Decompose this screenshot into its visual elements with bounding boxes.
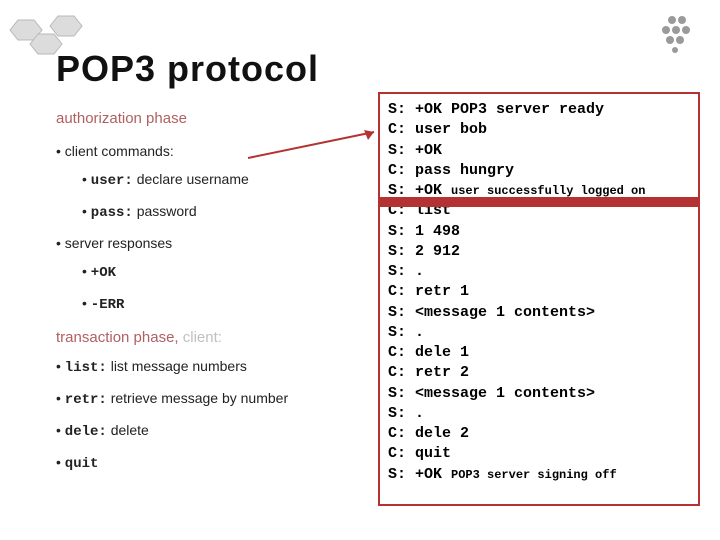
left-column: authorization phase client commands: use… xyxy=(56,110,376,486)
line-4: C: pass hungry xyxy=(388,161,690,181)
quit-cmd-item: quit xyxy=(56,454,376,472)
line-17: C: dele 2 xyxy=(388,424,690,444)
line-13: C: dele 1 xyxy=(388,343,690,363)
panel-divider xyxy=(378,197,700,207)
server-responses-sublist: +OK -ERR xyxy=(82,263,376,313)
retr-cmd-item: retr: retrieve message by number xyxy=(56,390,376,408)
line-8: S: 2 912 xyxy=(388,242,690,262)
user-cmd-item: user: declare username xyxy=(82,171,376,189)
line-9: S: . xyxy=(388,262,690,282)
line-2: C: user bob xyxy=(388,120,690,140)
line-3: S: +OK xyxy=(388,141,690,161)
dele-cmd: dele: xyxy=(65,424,107,440)
txn-list: list: list message numbers retr: retriev… xyxy=(56,358,376,472)
line-19: S: +OK POP3 server signing off xyxy=(388,465,690,485)
line-16: S: . xyxy=(388,404,690,424)
slide: POP3 protocol authorization phase client… xyxy=(0,0,720,540)
pass-desc: password xyxy=(133,203,197,219)
retr-desc: retrieve message by number xyxy=(107,390,288,406)
line-1: S: +OK POP3 server ready xyxy=(388,100,690,120)
client-commands-item: client commands: user: declare username … xyxy=(56,143,376,221)
server-responses-item: server responses +OK -ERR xyxy=(56,235,376,313)
txn-phase-heading: transaction phase, client: xyxy=(56,329,376,346)
dele-cmd-item: dele: delete xyxy=(56,422,376,440)
server-responses-label: server responses xyxy=(65,235,172,251)
client-commands-sublist: user: declare username pass: password xyxy=(82,171,376,221)
txn-client-text: client: xyxy=(179,329,222,346)
ok-item: +OK xyxy=(82,263,376,281)
line-18: C: quit xyxy=(388,444,690,464)
list-cmd-item: list: list message numbers xyxy=(56,358,376,376)
ok-code: +OK xyxy=(91,265,116,281)
quit-cmd: quit xyxy=(65,456,99,472)
txn-phase-text: transaction phase, xyxy=(56,329,179,346)
pass-cmd-item: pass: password xyxy=(82,203,376,221)
protocol-transcript-panel: S: +OK POP3 server ready C: user bob S: … xyxy=(378,92,700,506)
list-desc: list message numbers xyxy=(107,358,247,374)
line-15: S: <message 1 contents> xyxy=(388,384,690,404)
err-code: -ERR xyxy=(91,297,125,313)
auth-phase-heading: authorization phase xyxy=(56,110,376,127)
dele-desc: delete xyxy=(107,422,149,438)
line-10: C: retr 1 xyxy=(388,282,690,302)
dot-decoration-right xyxy=(630,10,690,75)
line-11: S: <message 1 contents> xyxy=(388,303,690,323)
line-14: C: retr 2 xyxy=(388,363,690,383)
client-commands-label: client commands: xyxy=(65,143,174,159)
user-cmd: user: xyxy=(91,173,133,189)
retr-cmd: retr: xyxy=(65,392,107,408)
list-cmd: list: xyxy=(65,360,107,376)
user-desc: declare username xyxy=(133,171,249,187)
pass-cmd: pass: xyxy=(91,205,133,221)
line-7: S: 1 498 xyxy=(388,222,690,242)
line-12: S: . xyxy=(388,323,690,343)
err-item: -ERR xyxy=(82,295,376,313)
page-title: POP3 protocol xyxy=(56,48,319,90)
auth-list: client commands: user: declare username … xyxy=(56,143,376,313)
